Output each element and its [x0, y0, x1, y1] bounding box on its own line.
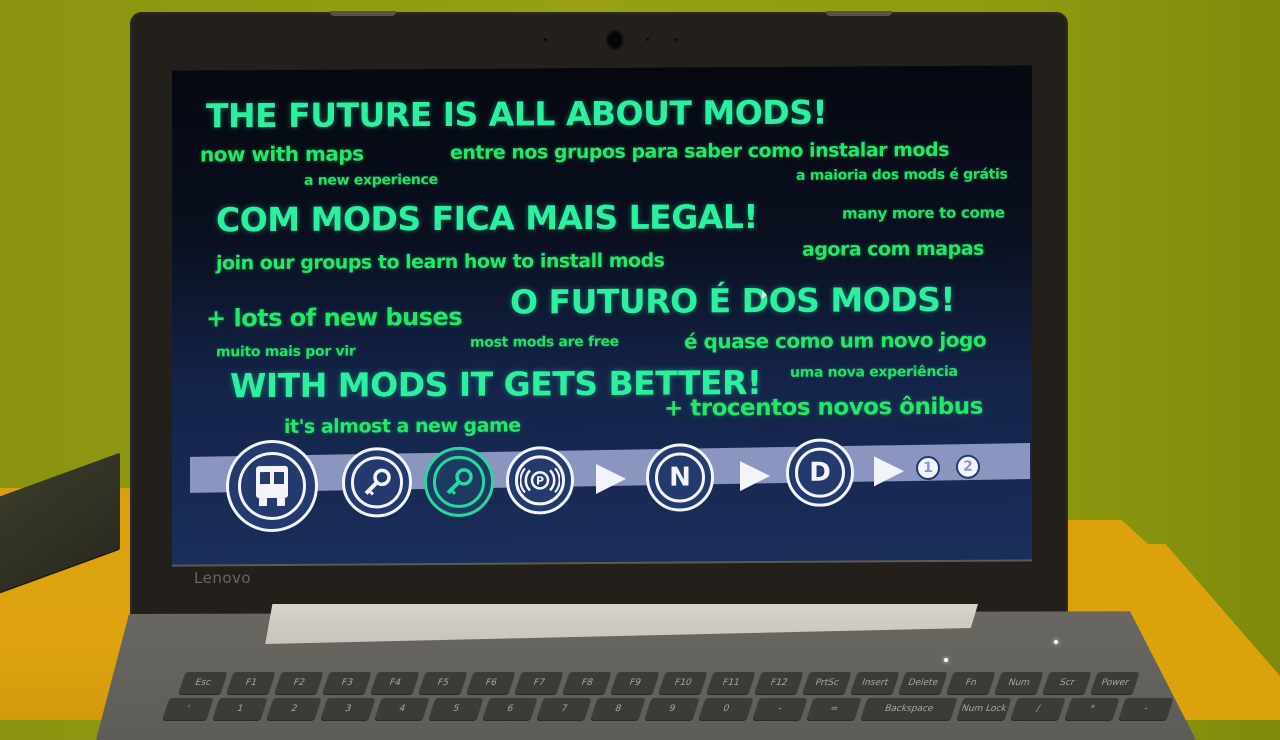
ignition-key-active-button[interactable] [424, 446, 494, 518]
key[interactable]: F7 [514, 672, 564, 694]
text-quase-novo-jogo: é quase como um novo jogo [684, 327, 987, 354]
gear-drive-button[interactable]: D [786, 438, 854, 507]
microphone-icon [544, 38, 547, 41]
gear-drive-icon: D [795, 447, 845, 498]
arrow-right-icon [740, 460, 770, 492]
key[interactable]: Num [994, 672, 1044, 694]
key[interactable]: Fn [946, 672, 996, 694]
key[interactable]: = [806, 698, 862, 720]
key[interactable]: / [1010, 698, 1066, 720]
parking-brake-icon: P [520, 467, 560, 494]
key[interactable]: F2 [274, 672, 324, 694]
key[interactable]: Insert [850, 672, 900, 694]
text-a-new-experience: a new experience [304, 172, 438, 189]
key[interactable]: 2 [266, 698, 322, 720]
gear-neutral-button[interactable]: N [646, 443, 714, 512]
headline-com-mods: COM MODS FICA MAIS LEGAL! [216, 197, 758, 240]
gear-1-button[interactable]: 1 [916, 455, 940, 481]
bus-button[interactable] [226, 439, 318, 533]
numlock-led-icon [944, 658, 948, 662]
key[interactable]: 4 [374, 698, 430, 720]
key[interactable]: * [1064, 698, 1120, 720]
key[interactable]: 1 [212, 698, 268, 720]
text-lots-of-new-buses: + lots of new buses [206, 302, 463, 333]
key[interactable]: 8 [590, 698, 646, 720]
key[interactable]: F8 [562, 672, 612, 694]
laptop-screen[interactable]: THE FUTURE IS ALL ABOUT MODS! now with m… [172, 65, 1032, 567]
text-join-our-groups: join our groups to learn how to install … [216, 249, 665, 275]
text-almost-new-game: it's almost a new game [284, 414, 521, 438]
arrow-right-icon [596, 463, 626, 495]
key[interactable]: F6 [466, 672, 516, 694]
key[interactable]: 6 [482, 698, 538, 720]
indicator-light-icon [674, 38, 677, 41]
mouse-cursor-icon [762, 290, 767, 300]
key[interactable]: - [1118, 698, 1174, 720]
keyboard-function-row: Esc F1 F2 F3 F4 F5 F6 F7 F8 F9 F10 F11 F… [178, 672, 1140, 694]
text-agora-com-mapas: agora com mapas [802, 237, 984, 261]
text-maioria-dos-mods: a maioria dos mods é grátis [796, 166, 1008, 184]
parking-brake-button[interactable]: P [506, 446, 574, 515]
key[interactable]: Num Lock [956, 698, 1012, 720]
key[interactable]: 9 [644, 698, 700, 720]
key-icon [364, 468, 391, 496]
key[interactable]: F1 [226, 672, 276, 694]
power-key[interactable]: Power [1090, 672, 1140, 694]
keyboard-number-row: ' 1 2 3 4 5 6 7 8 9 0 - = Backspace Num … [162, 698, 1174, 720]
brand-logo: Lenovo [194, 569, 252, 587]
key[interactable]: F3 [322, 672, 372, 694]
key[interactable]: 0 [698, 698, 754, 720]
text-trocentos-onibus: + trocentos novos ônibus [664, 393, 983, 422]
lid-bumper-right [826, 11, 892, 16]
bus-icon [255, 465, 288, 507]
arrow-right-icon [874, 456, 904, 487]
key[interactable]: F5 [418, 672, 468, 694]
key[interactable]: Scr [1042, 672, 1092, 694]
ignition-key-button[interactable] [342, 447, 412, 518]
key[interactable]: 7 [536, 698, 592, 720]
text-most-mods-are-free: most mods are free [470, 333, 619, 351]
text-entre-nos-grupos: entre nos grupos para saber como instala… [450, 138, 949, 164]
svg-text:P: P [536, 474, 544, 487]
gear-neutral-icon: N [655, 452, 705, 503]
key[interactable]: F4 [370, 672, 420, 694]
key[interactable]: F12 [754, 672, 804, 694]
webcam-icon [608, 32, 622, 48]
key[interactable]: Esc [178, 672, 228, 694]
key[interactable]: PrtSc [802, 672, 852, 694]
key[interactable]: F9 [610, 672, 660, 694]
lid-bumper-left [330, 11, 396, 16]
microphone-icon [646, 38, 649, 41]
gear-2-button[interactable]: 2 [956, 454, 980, 479]
headline-future-mods: THE FUTURE IS ALL ABOUT MODS! [206, 92, 828, 136]
key[interactable]: - [752, 698, 808, 720]
headline-o-futuro: O FUTURO É DOS MODS! [510, 279, 955, 322]
key[interactable]: F10 [658, 672, 708, 694]
text-uma-nova-experiencia: uma nova experiência [790, 363, 958, 381]
key[interactable]: 5 [428, 698, 484, 720]
text-muito-mais-por-vir: muito mais por vir [216, 343, 356, 361]
key[interactable]: F11 [706, 672, 756, 694]
key[interactable]: Delete [898, 672, 948, 694]
key[interactable]: ' [162, 698, 214, 720]
text-now-with-maps: now with maps [200, 141, 364, 167]
text-many-more-to-come: many more to come [842, 203, 1005, 223]
key[interactable]: 3 [320, 698, 376, 720]
power-led-icon [1054, 640, 1058, 644]
key-icon [446, 468, 473, 495]
backspace-key[interactable]: Backspace [860, 698, 958, 720]
